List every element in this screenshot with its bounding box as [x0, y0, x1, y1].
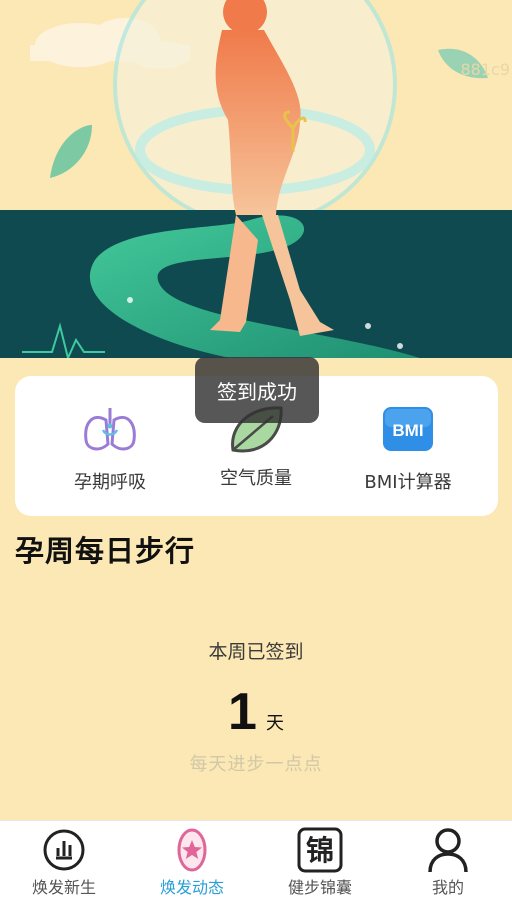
nav-item-dynamics[interactable]: 焕发动态 [128, 821, 256, 900]
nav-item-label: 焕发动态 [159, 878, 224, 897]
chart-circle-icon [43, 829, 85, 871]
checkin-days-unit: 天 [266, 713, 284, 734]
nav-item-renewal[interactable]: 焕发新生 [0, 821, 128, 900]
toast-notification: 签到成功 [195, 357, 319, 423]
section-title: 孕周每日步行 [15, 534, 196, 568]
feature-bmi-label: BMI计算器 [364, 472, 452, 493]
svg-text:BMI: BMI [392, 421, 423, 440]
jin-character-icon: 锦 [297, 827, 343, 873]
feature-air-quality-label: 空气质量 [220, 468, 292, 489]
person-icon [428, 828, 468, 873]
feature-breathing[interactable]: 孕期呼吸 [35, 404, 185, 494]
nav-item-walking-tips[interactable]: 锦 健步锦囊 [256, 821, 384, 900]
bmi-icon: BMI [383, 407, 433, 451]
pregnancy-walk-illustration [0, 0, 512, 358]
feature-breathing-label: 孕期呼吸 [74, 472, 146, 493]
bottom-nav: 焕发新生 焕发动态 锦 健步锦囊 我的 [0, 820, 512, 900]
lungs-icon [84, 408, 136, 451]
nav-item-label: 我的 [431, 878, 464, 897]
checkin-days-count: 1 [227, 683, 257, 741]
hero-banner: 881c9 [0, 0, 512, 358]
checkin-days-row: 1 天 [0, 682, 512, 742]
feature-bmi-calculator[interactable]: BMI BMI计算器 [333, 404, 483, 494]
motto-text: 每天进步一点点 [189, 754, 323, 775]
leaf-decoration [50, 125, 92, 178]
nav-item-label: 健步锦囊 [287, 878, 352, 897]
nav-item-mine[interactable]: 我的 [384, 821, 512, 900]
hero-code-text: 881c9 [460, 60, 510, 79]
nav-item-label: 焕发新生 [31, 878, 96, 897]
svg-text:锦: 锦 [306, 834, 334, 867]
weekly-checkin-label: 本周已签到 [208, 641, 304, 663]
star-badge-icon [177, 828, 207, 872]
